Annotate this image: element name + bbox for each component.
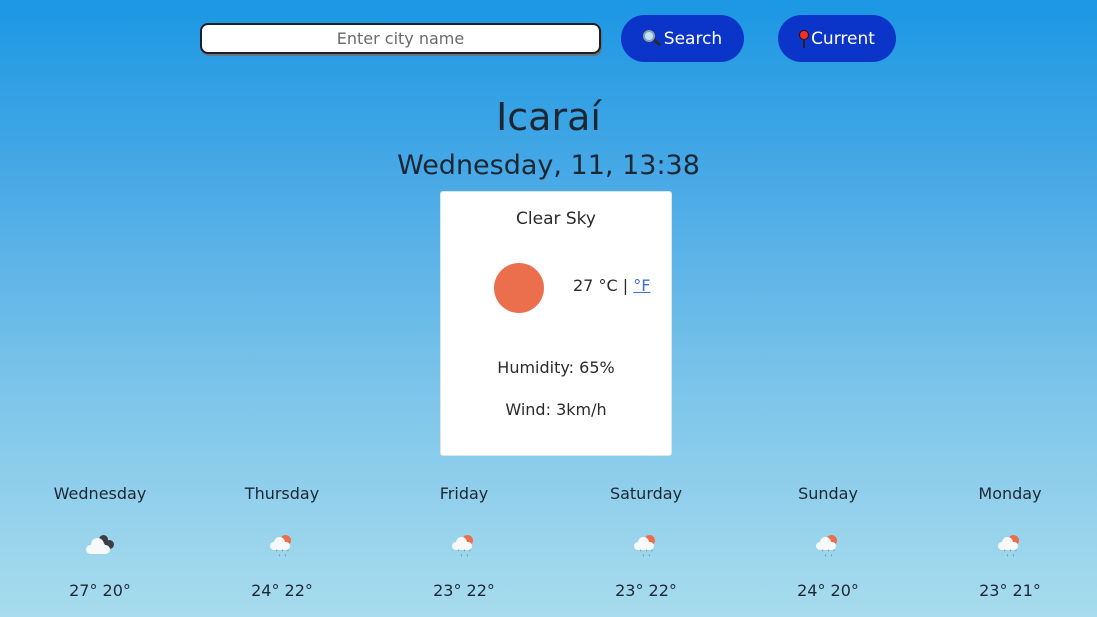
city-search-input[interactable] [200,23,601,54]
forecast-temps: 27° 20° [69,581,131,600]
rain-sun-cloud-icon: ' ' ' ' ' [994,533,1026,561]
forecast-day: Wednesday 27° 20° [20,484,180,600]
current-weather-card: Clear Sky 27 °C | °F Humidity: 65% Wind:… [440,191,672,456]
search-button[interactable]: Search [621,15,744,62]
forecast-temps: 24° 20° [797,581,859,600]
current-datetime: Wednesday, 11, 13:38 [397,150,700,181]
rain-sun-cloud-icon: ' ' ' ' ' [266,533,298,561]
sun-icon [494,263,544,313]
rain-sun-cloud-icon: ' ' ' ' ' [630,533,662,561]
forecast-temps: 23° 21° [979,581,1041,600]
rain-sun-cloud-icon: ' ' ' ' ' [812,533,844,561]
forecast-day-name: Thursday [244,484,320,503]
magnifying-glass-icon [642,29,661,48]
forecast-temps: 23° 22° [615,581,677,600]
current-temperature: 27 °C | °F [573,276,650,295]
unit-separator: | [622,276,629,295]
forecast-row: Wednesday 27° 20° Thursday ' ' ' ' ' 24° … [0,484,1097,617]
search-button-label: Search [663,28,723,49]
forecast-day: Thursday ' ' ' ' ' 24° 22° [202,484,362,600]
celsius-unit: °C [598,276,618,295]
forecast-day-name: Sunday [798,484,858,503]
fahrenheit-link[interactable]: °F [633,276,650,295]
temperature-value: 27 [573,276,594,295]
current-location-button[interactable]: Current [778,15,896,62]
city-name: Icaraí [496,95,601,139]
rain-sun-cloud-icon: ' ' ' ' ' [448,533,480,561]
current-button-label: Current [811,28,875,49]
forecast-day-name: Saturday [609,484,683,503]
forecast-day-name: Friday [439,484,489,503]
forecast-temps: 24° 22° [251,581,313,600]
round-pushpin-icon [799,29,810,48]
forecast-day-name: Monday [978,484,1042,503]
search-bar: Search Current [0,15,1097,62]
humidity: Humidity: 65% [497,358,615,377]
cloudy-dark-cloud-icon [84,533,116,559]
forecast-temps: 23° 22° [433,581,495,600]
forecast-day: Saturday ' ' ' ' ' 23° 22° [566,484,726,600]
forecast-day: Friday ' ' ' ' ' 23° 22° [384,484,544,600]
forecast-day-name: Wednesday [53,484,147,503]
forecast-day: Monday ' ' ' ' ' 23° 21° [930,484,1090,600]
forecast-day: Sunday ' ' ' ' ' 24° 20° [748,484,908,600]
wind-speed: Wind: 3km/h [505,400,607,419]
weather-description: Clear Sky [516,209,596,229]
